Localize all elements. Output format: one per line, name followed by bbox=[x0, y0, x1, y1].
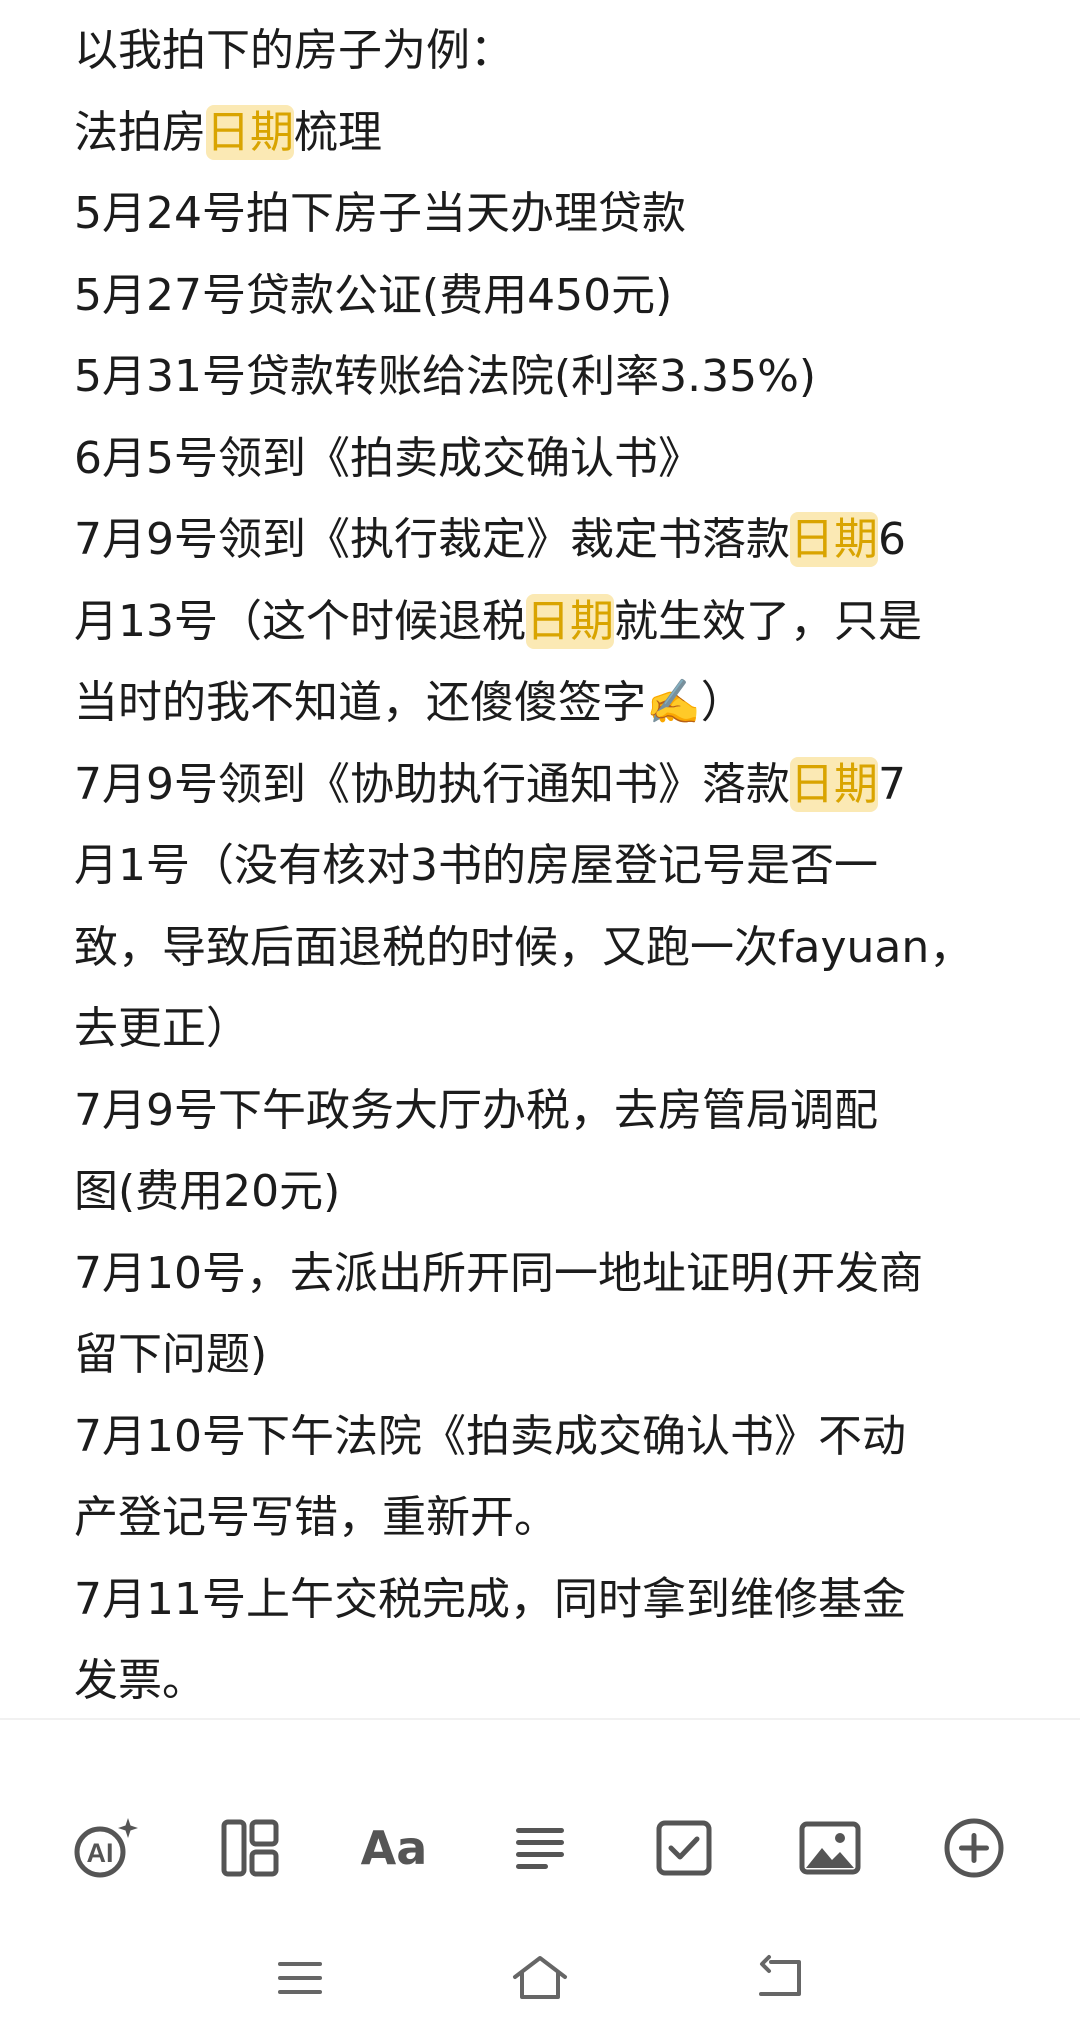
home-button[interactable] bbox=[508, 1948, 572, 2012]
note-line: 图(费用20元) bbox=[74, 1151, 1034, 1233]
checklist-button[interactable] bbox=[648, 1812, 720, 1884]
svg-text:AI: AI bbox=[87, 1838, 114, 1868]
note-text-segment: 梳理 bbox=[294, 106, 382, 158]
image-icon bbox=[798, 1816, 862, 1880]
note-text-segment: 当时的我不知道，还傻傻签字✍️） bbox=[74, 677, 745, 728]
note-line: 5月24号拍下房子当天办理贷款 bbox=[74, 173, 1034, 255]
note-line: 7月9号下午政务大厅办税，去房管局调配 bbox=[74, 1070, 1034, 1152]
note-line: 6月5号领到《拍卖成交确认书》 bbox=[74, 418, 1034, 500]
note-line: 7月10号，去派出所开同一地址证明(开发商 bbox=[74, 1233, 1034, 1315]
insert-image-button[interactable] bbox=[794, 1812, 866, 1884]
highlighted-keyword: 日期 bbox=[790, 756, 878, 812]
home-icon bbox=[511, 1953, 569, 2007]
recent-apps-button[interactable] bbox=[268, 1948, 332, 2012]
paragraph-align-button[interactable] bbox=[504, 1812, 576, 1884]
note-text-segment: 7月11号上午交税完成，同时拿到维修基金 bbox=[74, 1573, 906, 1625]
note-text-segment: 5月24号拍下房子当天办理贷款 bbox=[74, 188, 686, 239]
note-text-segment: 7 bbox=[878, 758, 906, 810]
note-text-segment: 致，导致后面退税的时候，又跑一次fayuan， bbox=[74, 921, 974, 973]
note-line: 产登记号写错，重新开。 bbox=[74, 1477, 1034, 1559]
note-text-segment: 7月10号，去派出所开同一地址证明(开发商 bbox=[74, 1247, 924, 1299]
note-text-segment: 7月9号领到《协助执行通知书》落款 bbox=[74, 758, 790, 810]
note-line: 致，导致后面退税的时候，又跑一次fayuan， bbox=[74, 907, 1034, 989]
note-line: 7月9号领到《协助执行通知书》落款日期7 bbox=[74, 744, 1034, 826]
note-text-segment: 以我拍下的房子为例： bbox=[74, 25, 514, 76]
editor-toolbar: AI Aa bbox=[0, 1718, 1080, 1920]
menu-lines-icon bbox=[275, 1953, 325, 2007]
ai-sparkle-icon: AI bbox=[68, 1812, 140, 1884]
note-text-segment: 7月9号下午政务大厅办税，去房管局调配 bbox=[74, 1084, 878, 1136]
note-line: 7月10号下午法院《拍卖成交确认书》不动 bbox=[74, 1396, 1034, 1478]
note-line: 月13号（这个时候退税日期就生效了，只是 bbox=[74, 581, 1034, 663]
note-line: 去更正） bbox=[74, 988, 1034, 1070]
back-button[interactable] bbox=[748, 1948, 812, 2012]
highlighted-keyword: 日期 bbox=[790, 512, 878, 567]
note-text-segment: 月13号（这个时候退税 bbox=[74, 595, 526, 647]
ai-assistant-button[interactable]: AI bbox=[68, 1812, 140, 1884]
back-arrow-icon bbox=[753, 1953, 807, 2007]
plus-circle-icon bbox=[941, 1815, 1007, 1881]
text-style-icon: Aa bbox=[360, 1821, 428, 1875]
note-line: 发票。 bbox=[74, 1640, 1034, 1722]
note-text-segment: 7月9号领到《执行裁定》裁定书落款 bbox=[74, 514, 790, 565]
note-text-segment: 留下问题) bbox=[74, 1329, 268, 1380]
note-text-segment: 6月5号领到《拍卖成交确认书》 bbox=[74, 432, 702, 484]
note-line: 7月9号领到《执行裁定》裁定书落款日期6 bbox=[74, 499, 1034, 581]
note-line: 当时的我不知道，还傻傻签字✍️） bbox=[74, 662, 1034, 744]
note-text-segment: 就生效了，只是 bbox=[614, 595, 922, 647]
note-line: 7月11号上午交税完成，同时拿到维修基金 bbox=[74, 1559, 1034, 1641]
text-style-button[interactable]: Aa bbox=[358, 1812, 430, 1884]
note-text-segment: 5月27号贷款公证(费用450元) bbox=[74, 269, 673, 321]
note-line: 法拍房日期梳理 bbox=[74, 92, 1034, 174]
note-text-segment: 6 bbox=[878, 514, 906, 565]
layout-grid-icon bbox=[218, 1816, 282, 1880]
insert-more-button[interactable] bbox=[938, 1812, 1010, 1884]
highlighted-keyword: 日期 bbox=[206, 104, 294, 160]
checkbox-icon bbox=[653, 1817, 715, 1879]
note-line: 留下问题) bbox=[74, 1314, 1034, 1396]
note-line: 5月31号贷款转账给法院(利率3.35%) bbox=[74, 336, 1034, 418]
note-text-segment: 月1号（没有核对3书的房屋登记号是否一 bbox=[74, 840, 878, 891]
highlighted-keyword: 日期 bbox=[526, 593, 614, 649]
note-text-segment: 5月31号贷款转账给法院(利率3.35%) bbox=[74, 351, 817, 402]
note-text-segment: 去更正） bbox=[74, 1003, 250, 1054]
note-line: 月1号（没有核对3书的房屋登记号是否一 bbox=[74, 825, 1034, 907]
note-text-segment: 产登记号写错，重新开。 bbox=[74, 1492, 558, 1543]
note-text-segment: 图(费用20元) bbox=[74, 1166, 341, 1217]
layout-template-button[interactable] bbox=[214, 1812, 286, 1884]
align-left-icon bbox=[510, 1818, 570, 1878]
note-text-segment: 7月10号下午法院《拍卖成交确认书》不动 bbox=[74, 1410, 906, 1462]
system-navigation-bar bbox=[0, 1918, 1080, 2037]
note-line: 5月27号贷款公证(费用450元) bbox=[74, 255, 1034, 337]
note-line: 以我拍下的房子为例： bbox=[74, 10, 1034, 92]
note-editor-screen: 以我拍下的房子为例： 法拍房日期梳理 5月24号拍下房子当天办理贷款 5月27号贷款公… bbox=[0, 0, 1080, 2037]
note-text-segment: 法拍房 bbox=[74, 106, 206, 158]
note-text-segment: 发票。 bbox=[74, 1655, 206, 1706]
note-content[interactable]: 以我拍下的房子为例： 法拍房日期梳理 5月24号拍下房子当天办理贷款 5月27号贷款公… bbox=[74, 10, 1034, 1722]
